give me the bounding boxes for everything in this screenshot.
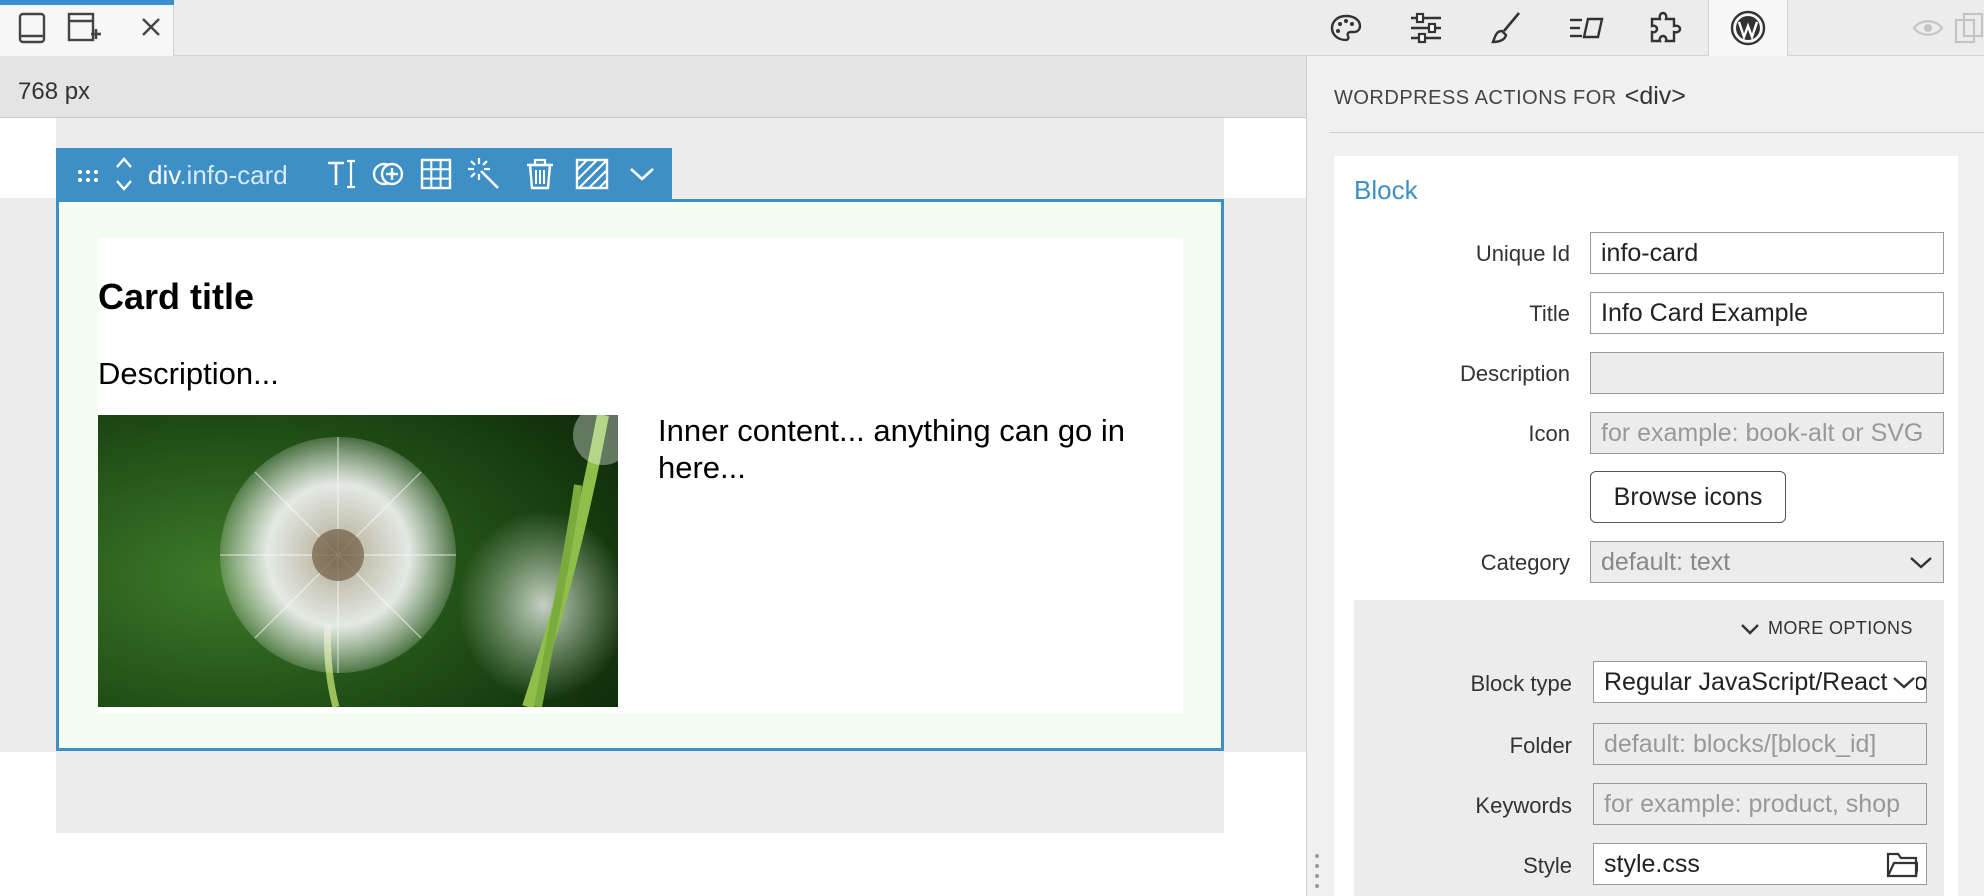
chevron-down-icon: [1888, 672, 1916, 692]
panel-header: WORDPRESS ACTIONS FOR <div>: [1334, 82, 1686, 111]
wordpress-icon[interactable]: [1728, 8, 1768, 48]
move-up-down-icon[interactable]: [110, 152, 138, 196]
keywords-label: Keywords: [1475, 793, 1572, 818]
keywords-input[interactable]: [1593, 783, 1927, 825]
unique-id-input[interactable]: [1590, 232, 1944, 274]
panel-header-prefix: WORDPRESS ACTIONS FOR: [1334, 87, 1617, 109]
style-input[interactable]: [1593, 843, 1927, 885]
block-type-select-value: Regular JavaScript/React block: [1604, 667, 1927, 696]
selected-element-label[interactable]: div.info-card: [148, 160, 288, 191]
width-ruler: [0, 56, 1306, 118]
chevron-down-icon[interactable]: [624, 156, 660, 192]
block-section-title[interactable]: Block: [1354, 175, 1418, 206]
style-label: Style: [1523, 853, 1572, 878]
card-inner-content: Inner content... anything can go in here…: [658, 413, 1126, 485]
tablet-icon[interactable]: [14, 10, 50, 46]
icon-label: Icon: [1528, 421, 1570, 446]
title-label: Title: [1529, 301, 1570, 326]
brush-icon[interactable]: [1488, 10, 1524, 46]
chevron-down-icon: [1740, 622, 1760, 636]
selected-element-tag: div: [148, 160, 180, 190]
drag-handle-icon[interactable]: [72, 160, 104, 192]
folder-input[interactable]: [1593, 723, 1927, 765]
add-page-icon[interactable]: [64, 10, 104, 46]
card-description: Description...: [98, 356, 279, 391]
panel-header-tag: <div>: [1624, 82, 1686, 110]
close-icon[interactable]: [136, 12, 166, 42]
more-options-toggle[interactable]: MORE OPTIONS: [1740, 618, 1913, 639]
trash-icon[interactable]: [522, 156, 558, 192]
text-cursor-icon[interactable]: [324, 156, 360, 192]
selected-element-class: .info-card: [179, 160, 288, 190]
page-white-area: [1224, 118, 1306, 198]
icon-input[interactable]: [1590, 412, 1944, 454]
category-select[interactable]: default: text: [1590, 541, 1944, 583]
chevron-down-icon: [1909, 552, 1933, 572]
top-toolbar: [0, 0, 1984, 56]
eye-icon[interactable]: [1910, 12, 1946, 44]
active-tab-indicator: [0, 0, 174, 5]
unique-id-label: Unique Id: [1475, 241, 1570, 266]
magic-wand-icon[interactable]: [466, 156, 502, 192]
text-style-icon[interactable]: [1566, 10, 1606, 46]
add-circle-icon[interactable]: [370, 156, 406, 192]
puzzle-icon[interactable]: [1646, 10, 1684, 46]
description-input[interactable]: [1590, 352, 1944, 394]
card-image: [98, 415, 618, 707]
sliders-icon[interactable]: [1408, 10, 1444, 46]
hatch-icon[interactable]: [574, 156, 610, 192]
folder-label: Folder: [1509, 733, 1572, 758]
block-type-select[interactable]: Regular JavaScript/React block: [1593, 661, 1927, 703]
category-label: Category: [1480, 550, 1570, 575]
panel-resize-handle[interactable]: [1314, 852, 1320, 896]
grid-icon[interactable]: [418, 156, 454, 192]
divider: [1330, 132, 1984, 133]
category-select-value: default: text: [1601, 547, 1731, 576]
folder-icon[interactable]: [1884, 848, 1920, 880]
more-options-label: MORE OPTIONS: [1768, 618, 1913, 638]
viewport-width-label: 768 px: [18, 78, 91, 105]
title-input[interactable]: [1590, 292, 1944, 334]
description-label: Description: [1459, 361, 1570, 386]
block-type-label: Block type: [1470, 671, 1573, 696]
palette-icon[interactable]: [1328, 10, 1364, 46]
browse-icons-button[interactable]: Browse icons: [1590, 471, 1786, 523]
card-title: Card title: [98, 276, 255, 317]
window-icon[interactable]: [1954, 10, 1984, 46]
